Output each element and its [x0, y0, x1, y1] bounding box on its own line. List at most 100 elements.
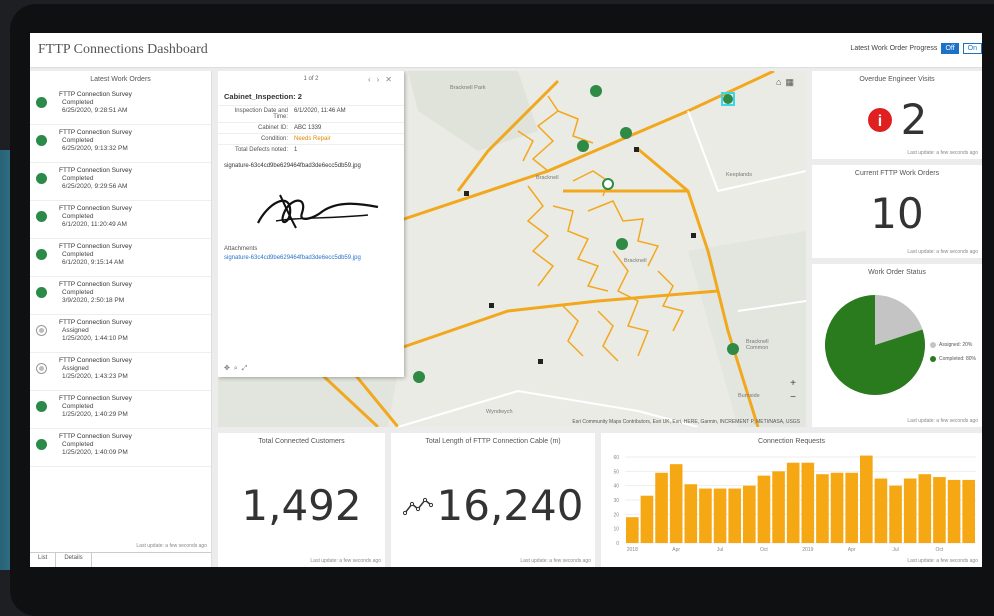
- work-order-date: 3/9/2020, 2:50:18 PM: [62, 297, 125, 304]
- work-orders-last-update: Last update: a few seconds ago: [136, 543, 207, 549]
- bar[interactable]: [743, 485, 756, 543]
- work-order-title: FTTP Connection Survey: [59, 205, 132, 212]
- bar[interactable]: [933, 477, 946, 543]
- completed-status-icon: [36, 97, 47, 108]
- completed-status-icon: [36, 249, 47, 260]
- current-orders-panel: Current FTTP Work Orders 10 Last update:…: [812, 165, 982, 258]
- page-title: FTTP Connections Dashboard: [38, 42, 208, 57]
- zoom-out-button[interactable]: −: [790, 391, 796, 405]
- work-order-title: FTTP Connection Survey: [59, 319, 132, 326]
- completed-status-icon: [36, 135, 47, 146]
- bar[interactable]: [669, 464, 683, 543]
- svg-text:i: i: [877, 113, 881, 130]
- list-tabs: List Details: [30, 552, 211, 567]
- place-label: Bracknell: [624, 258, 647, 264]
- current-orders-title: Current FTTP Work Orders: [854, 170, 940, 177]
- work-order-date: 1/25/2020, 1:40:09 PM: [62, 449, 128, 456]
- work-order-date: 6/1/2020, 9:15:14 AM: [62, 259, 124, 266]
- popup-nav: ‹›✕: [368, 75, 398, 84]
- y-tick-label: 40: [613, 484, 619, 490]
- bar[interactable]: [655, 472, 668, 543]
- completed-status-icon: [36, 287, 47, 298]
- move-icon[interactable]: ✥: [224, 365, 234, 372]
- work-order-date: 6/25/2020, 9:29:56 AM: [62, 183, 128, 190]
- work-order-item[interactable]: FTTP Connection Survey Completed 6/25/2020…: [30, 163, 211, 201]
- tab-list[interactable]: List: [30, 553, 57, 567]
- bar[interactable]: [903, 478, 917, 544]
- x-tick-label: Apr: [672, 547, 680, 553]
- bar[interactable]: [918, 474, 932, 543]
- status-chart-title: Work Order Status: [868, 269, 926, 276]
- network-map[interactable]: Bracknell Park Bracknell Keeplands Brack…: [218, 71, 806, 427]
- work-order-item[interactable]: FTTP Connection Survey Completed 6/1/2020,…: [30, 201, 211, 239]
- work-order-item[interactable]: FTTP Connection Survey Assigned 1/25/2020,…: [30, 353, 211, 391]
- zoom-in-button[interactable]: +: [790, 377, 796, 391]
- y-tick-label: 20: [613, 512, 619, 518]
- map-controls: ⌂▦: [776, 77, 798, 88]
- tab-details[interactable]: Details: [56, 553, 92, 567]
- bar[interactable]: [860, 455, 873, 543]
- attachment-link[interactable]: signature-63c4cd9be629464fbad3de6ecc5db5…: [218, 254, 404, 263]
- prev-icon[interactable]: ‹: [368, 75, 377, 84]
- close-icon[interactable]: ✕: [385, 75, 398, 84]
- requests-chart-title: Connection Requests: [758, 438, 825, 445]
- bar[interactable]: [786, 462, 800, 543]
- attachments-label: Attachments: [224, 246, 258, 252]
- toggle-off-button[interactable]: Off: [941, 43, 959, 54]
- work-order-item[interactable]: FTTP Connection Survey Completed 1/25/2020…: [30, 429, 211, 467]
- work-order-date: 6/25/2020, 9:28:51 AM: [62, 107, 128, 114]
- place-label: Bracknell Common: [746, 339, 769, 351]
- bar[interactable]: [772, 471, 785, 543]
- x-tick-label: Apr: [848, 547, 856, 553]
- engineer-visits-value: 2: [900, 95, 928, 144]
- work-order-title: FTTP Connection Survey: [59, 243, 132, 250]
- progress-selector: Latest Work Order Progress Off On: [850, 43, 982, 54]
- bar[interactable]: [713, 488, 727, 543]
- work-order-item[interactable]: FTTP Connection Survey Completed 3/9/2020,…: [30, 277, 211, 315]
- bar[interactable]: [640, 495, 654, 543]
- bar[interactable]: [816, 474, 829, 543]
- x-tick-label: Oct: [936, 547, 944, 553]
- signature-image: [257, 194, 379, 229]
- alert-icon: i: [867, 107, 892, 132]
- status-chart-panel: Work Order Status Assigned: 20% Complete…: [812, 264, 982, 427]
- bar[interactable]: [845, 472, 858, 543]
- y-tick-label: 10: [613, 527, 619, 533]
- bar[interactable]: [889, 485, 902, 543]
- bar[interactable]: [962, 479, 975, 543]
- work-order-item[interactable]: FTTP Connection Survey Completed 6/25/2020…: [30, 87, 211, 125]
- last-update: Last update: a few seconds ago: [907, 558, 978, 564]
- bar[interactable]: [728, 488, 741, 543]
- work-orders-list: FTTP Connection Survey Completed 6/25/2020…: [30, 87, 211, 467]
- work-order-item[interactable]: FTTP Connection Survey Completed 1/25/2020…: [30, 391, 211, 429]
- bar[interactable]: [874, 478, 888, 544]
- feature-popup: 1 of 2 ‹›✕ Cabinet_Inspection: 2 Inspect…: [218, 71, 404, 377]
- zoom-to-icon[interactable]: ⌕: [234, 365, 242, 372]
- completed-status-icon: [36, 211, 47, 222]
- work-order-item[interactable]: FTTP Connection Survey Completed 6/25/2020…: [30, 125, 211, 163]
- work-order-date: 6/25/2020, 9:13:32 PM: [62, 145, 128, 152]
- work-order-item[interactable]: FTTP Connection Survey Assigned 1/25/2020,…: [30, 315, 211, 353]
- bar[interactable]: [757, 475, 771, 543]
- work-order-status: Completed: [62, 403, 94, 410]
- bar[interactable]: [684, 484, 698, 543]
- work-order-item[interactable]: FTTP Connection Survey Completed 6/1/2020,…: [30, 239, 211, 277]
- work-order-status: Completed: [62, 441, 94, 448]
- map-attribution: Esri Community Maps Contributors, Esri U…: [572, 419, 800, 425]
- next-icon[interactable]: ›: [377, 75, 386, 84]
- work-order-date: 6/1/2020, 11:20:49 AM: [62, 221, 127, 228]
- expand-icon[interactable]: ⤢: [242, 365, 252, 372]
- legend-swatch: [930, 356, 936, 362]
- toggle-on-button[interactable]: On: [962, 43, 982, 54]
- bar[interactable]: [801, 462, 815, 543]
- bar[interactable]: [699, 488, 712, 543]
- bar[interactable]: [626, 517, 639, 543]
- work-order-status: Assigned: [62, 365, 89, 372]
- basemap-icon[interactable]: ▦: [785, 77, 798, 87]
- completed-status-icon: [36, 439, 47, 450]
- bar[interactable]: [830, 472, 844, 543]
- zoom-controls: + −: [790, 377, 796, 405]
- popup-title: Cabinet_Inspection: 2: [224, 92, 302, 101]
- bar[interactable]: [947, 479, 961, 543]
- last-update: Last update: a few seconds ago: [310, 558, 381, 564]
